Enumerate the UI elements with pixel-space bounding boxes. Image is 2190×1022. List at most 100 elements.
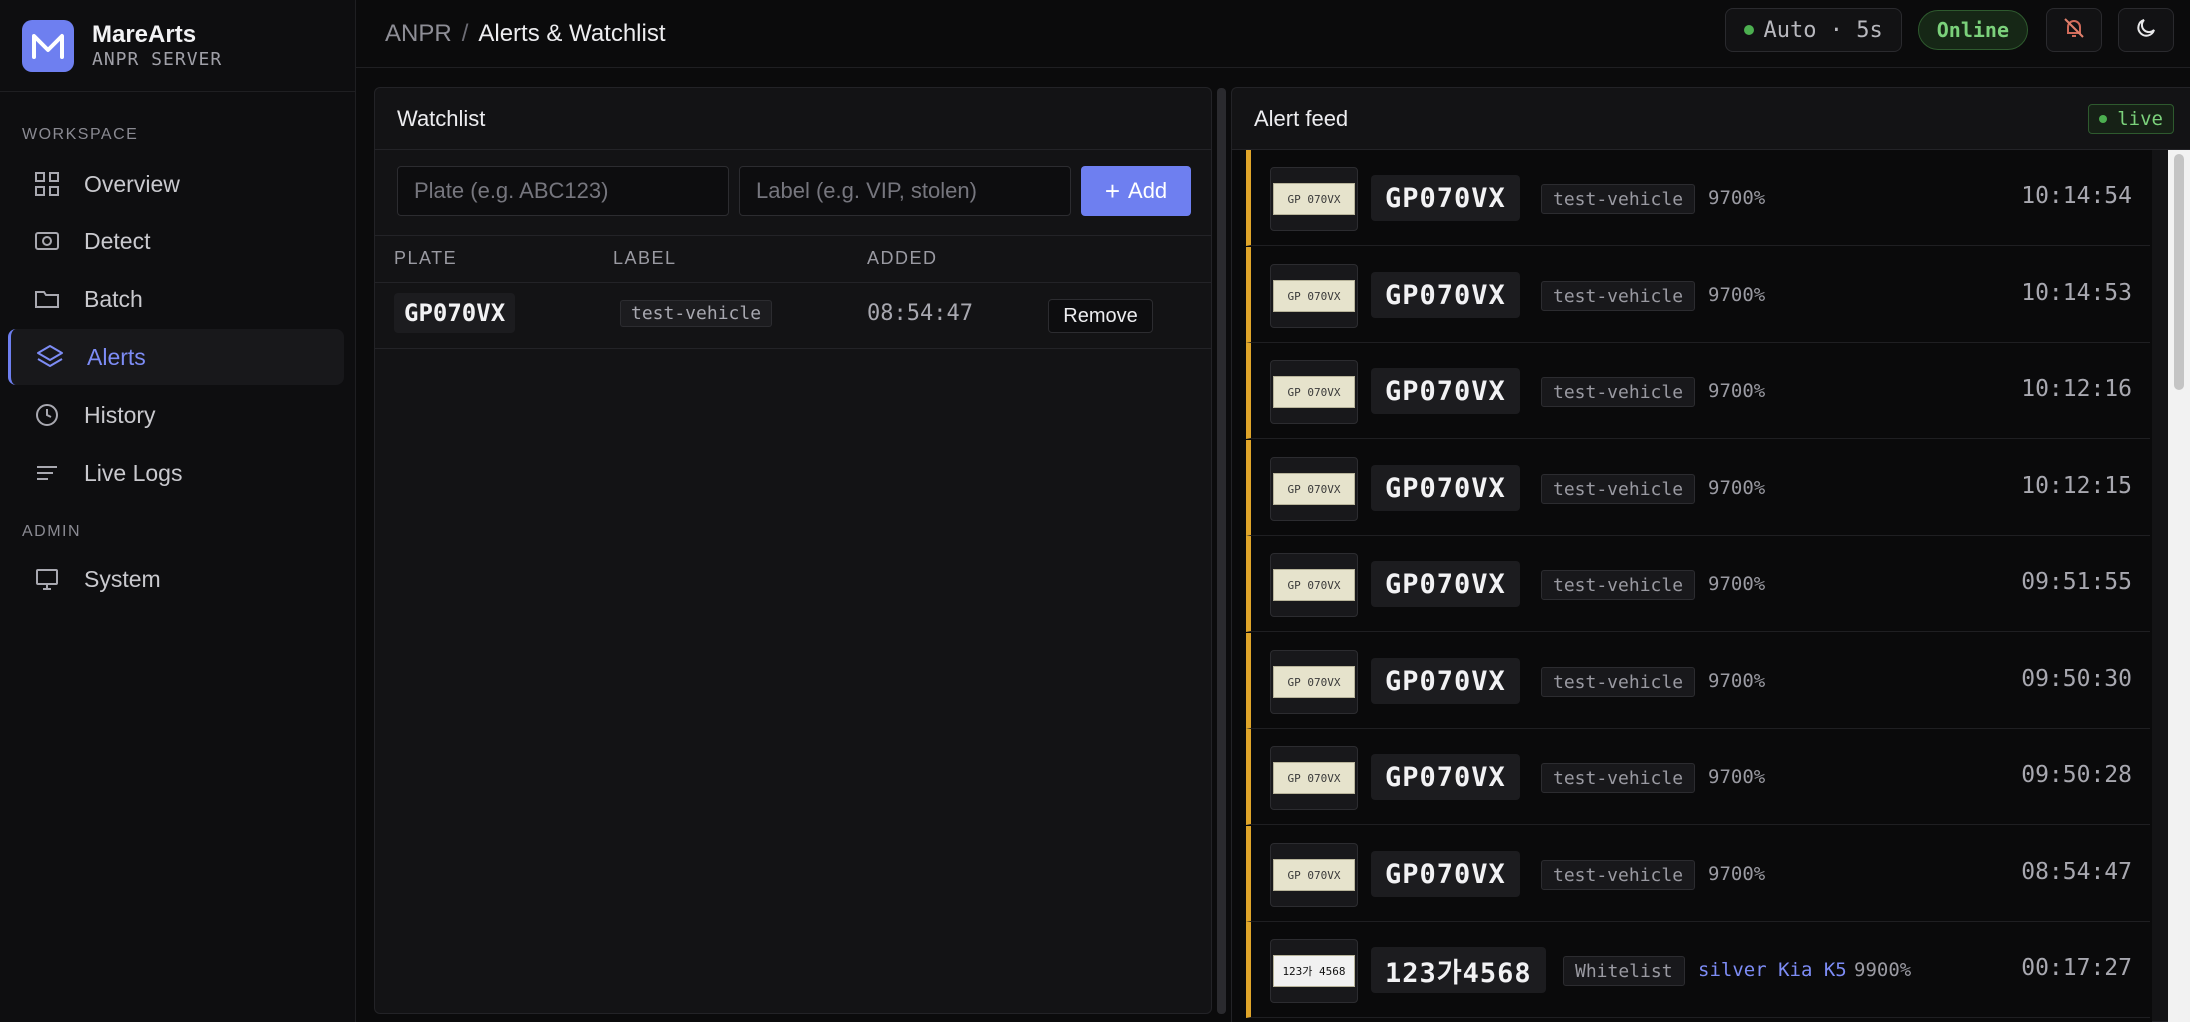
breadcrumb: ANPR / Alerts & Watchlist [385,20,666,48]
alert-confidence: 9700% [1708,863,1766,885]
sidebar-item-live-logs[interactable]: Live Logs [8,445,344,501]
column-header-label: LABEL [613,248,677,268]
sidebar-item-batch[interactable]: Batch [8,271,344,327]
alert-item[interactable]: 123가 4568 123가4568 Whitelist silver Kia … [1246,922,2150,1018]
list-icon [32,458,62,488]
alert-label: test-vehicle [1541,667,1696,697]
column-header-added: ADDED [867,248,938,268]
alert-feed-title: Alert feed [1232,88,2190,150]
plate-thumbnail: GP 070VX [1270,167,1358,231]
auto-refresh-label: Auto · 5s [1763,17,1883,43]
alert-plate: GP070VX [1371,561,1520,607]
sidebar-item-label: Live Logs [84,459,183,486]
clock-icon [32,400,62,430]
alert-plate: GP070VX [1371,465,1520,511]
watchlist-label: test-vehicle [620,300,773,327]
alert-confidence: 9700% [1708,670,1766,692]
alert-plate: GP070VX [1371,658,1520,704]
section-label-admin: ADMIN [22,523,82,540]
alert-label: Whitelist [1563,956,1685,986]
divider [375,282,1211,283]
alert-time: 10:12:15 [2021,473,2132,499]
sidebar-item-label: Batch [84,285,143,312]
alert-confidence: 9700% [1708,284,1766,306]
alert-feed-scrollbar[interactable] [2168,150,2190,1022]
label-input[interactable] [739,166,1071,216]
alert-item[interactable]: GP 070VX GP070VX test-vehicle 9700% 10:1… [1246,247,2150,343]
alert-label: test-vehicle [1541,860,1696,890]
auto-refresh-toggle[interactable]: Auto · 5s [1724,8,1902,52]
remove-button[interactable]: Remove [1048,299,1153,333]
alert-plate: GP070VX [1371,368,1520,414]
alert-item[interactable]: GP 070VX GP070VX test-vehicle 9700% 10:1… [1246,440,2150,536]
theme-toggle-button[interactable] [2118,8,2174,52]
alert-item[interactable]: GP 070VX GP070VX test-vehicle 9700% 09:5… [1246,633,2150,729]
monitor-icon [32,564,62,594]
alert-item[interactable]: GP 070VX GP070VX test-vehicle 9700% 09:5… [1246,729,2150,825]
moon-icon [2134,16,2158,45]
plate-thumbnail: GP 070VX [1270,650,1358,714]
plate-thumbnail: GP 070VX [1270,553,1358,617]
add-watchlist-button[interactable]: + Add [1081,166,1191,216]
alert-label: test-vehicle [1541,184,1696,214]
alert-item[interactable]: GP 070VX GP070VX test-vehicle 9700% 09:5… [1246,536,2150,632]
sidebar-item-label: History [84,401,156,428]
page-title: Alerts & Watchlist [478,19,666,47]
panel-resize-handle[interactable] [1217,88,1226,1014]
alert-confidence: 9700% [1708,380,1766,402]
alert-label: test-vehicle [1541,281,1696,311]
alert-confidence: 9900% [1854,959,1912,981]
bell-off-icon [2062,16,2086,45]
alert-confidence: 9700% [1708,573,1766,595]
alert-item[interactable]: GP 070VX GP070VX test-vehicle 9700% 10:1… [1246,150,2150,246]
brand-name: MareArts [92,20,197,48]
section-label-workspace: WORKSPACE [22,126,139,143]
alert-label: test-vehicle [1541,763,1696,793]
sidebar-item-system[interactable]: System [8,551,344,607]
alert-vehicle-description: silver Kia K5 [1698,959,1847,981]
plate-thumbnail: GP 070VX [1270,457,1358,521]
plate-thumbnail: GP 070VX [1270,264,1358,328]
alert-label: test-vehicle [1541,474,1696,504]
grid-icon [32,169,62,199]
mute-sound-button[interactable] [2046,8,2102,52]
watchlist-title: Watchlist [375,88,1211,150]
layers-icon [35,342,65,372]
alert-time: 10:12:16 [2021,376,2132,402]
alert-plate: GP070VX [1371,175,1520,221]
breadcrumb-separator: / [461,19,469,47]
divider [375,348,1211,349]
sidebar-item-detect[interactable]: Detect [8,213,344,269]
sidebar-item-overview[interactable]: Overview [8,156,344,212]
sidebar: MareArts ANPR SERVER WORKSPACE Overview … [0,0,356,1022]
camera-icon [32,226,62,256]
breadcrumb-root[interactable]: ANPR [385,20,452,47]
alert-plate: GP070VX [1371,851,1520,897]
alert-time: 09:50:30 [2021,666,2132,692]
alert-time: 09:51:55 [2021,569,2132,595]
sidebar-item-alerts[interactable]: Alerts [8,329,344,385]
sidebar-item-label: Detect [84,227,151,254]
alert-feed-panel: Alert feed live GP 070VX GP070VX test-ve… [1231,87,2190,1022]
alert-label: test-vehicle [1541,570,1696,600]
alert-plate: GP070VX [1371,272,1520,318]
live-dot [2099,115,2108,123]
alert-time: 08:54:47 [2021,859,2132,885]
plate-input[interactable] [397,166,729,216]
alert-item[interactable]: GP 070VX GP070VX test-vehicle 9700% 08:5… [1246,826,2150,922]
top-header: ANPR / Alerts & Watchlist Auto · 5s Online [356,0,2190,68]
alert-item[interactable]: GP 070VX GP070VX test-vehicle 9700% 10:1… [1246,343,2150,439]
folder-icon [32,284,62,314]
watchlist-panel: Watchlist + Add PLATE LABEL ADDED GP070V… [374,87,1212,1014]
logo-icon [22,19,74,72]
alert-confidence: 9700% [1708,477,1766,499]
alert-plate: 123가4568 [1371,947,1546,993]
live-label: live [2117,108,2163,130]
alert-time: 10:14:54 [2021,183,2132,209]
scrollbar-thumb[interactable] [2174,154,2184,390]
sidebar-item-history[interactable]: History [8,387,344,443]
plate-thumbnail: GP 070VX [1270,360,1358,424]
alert-confidence: 9700% [1708,766,1766,788]
online-status-badge: Online [1917,10,2028,50]
watchlist-added-time: 08:54:47 [867,301,973,326]
